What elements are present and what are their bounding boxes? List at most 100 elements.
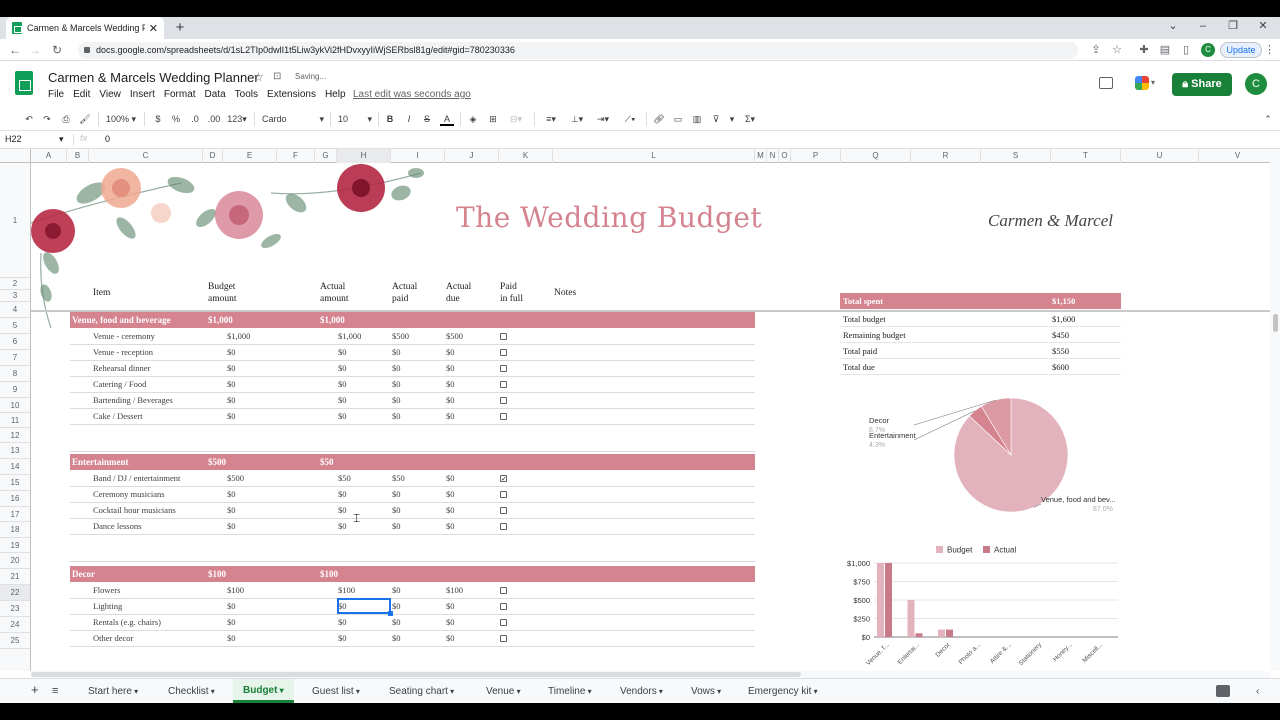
italic-icon[interactable]: I (403, 112, 415, 126)
column-header-f[interactable]: F (277, 149, 315, 163)
sheets-logo-icon[interactable] (15, 71, 33, 95)
font-size-select[interactable]: 10 ▾ (338, 112, 372, 126)
row-header-2[interactable]: 2 (0, 278, 30, 290)
summary-row[interactable]: Remaining budget $450 (840, 327, 1121, 343)
increase-decimal-button[interactable]: .00 (206, 112, 222, 126)
share-page-icon[interactable]: ⇪ (1089, 43, 1103, 57)
column-header-b[interactable]: B (67, 149, 89, 163)
reload-icon[interactable]: ↻ (49, 42, 65, 58)
text-rotation-icon[interactable]: ⟋▾ (619, 112, 641, 126)
summary-row[interactable]: Total due $600 (840, 359, 1121, 375)
sheet-tab-menu-icon[interactable]: ▾ (715, 687, 721, 696)
text-color-icon[interactable]: A (440, 112, 454, 126)
sheet-tab-budget[interactable]: Budget ▾ (233, 679, 294, 703)
currency-format-button[interactable]: $ (152, 112, 164, 126)
column-header-r[interactable]: R (911, 149, 981, 163)
filter-icon[interactable]: ⊽ (709, 112, 723, 126)
name-box[interactable]: H22 ▾ (5, 134, 67, 144)
undo-icon[interactable]: ↶ (22, 112, 36, 126)
column-header-e[interactable]: E (223, 149, 277, 163)
row-header-7[interactable]: 7 (0, 350, 30, 366)
share-button[interactable]: 🔒︎ Share (1172, 73, 1232, 96)
table-row[interactable]: Cake / Dessert $0 $0 $0 $0 (31, 409, 791, 425)
paid-in-full-checkbox[interactable] (500, 603, 507, 610)
text-wrapping-icon[interactable]: ⇥▾ (593, 112, 613, 126)
paid-in-full-checkbox[interactable] (500, 587, 507, 594)
paid-in-full-checkbox[interactable] (500, 635, 507, 642)
fill-color-icon[interactable]: ◈ (466, 112, 480, 126)
browser-tab[interactable]: Carmen & Marcels Wedding Pla ✕ (6, 17, 164, 39)
column-header-q[interactable]: Q (841, 149, 911, 163)
browser-menu-icon[interactable]: ⋮ (1264, 43, 1275, 56)
row-header-24[interactable]: 24 (0, 617, 30, 633)
menu-extensions[interactable]: Extensions (267, 89, 316, 100)
column-header-s[interactable]: S (981, 149, 1051, 163)
paid-in-full-checkbox[interactable] (500, 619, 507, 626)
sheet-tab-checklist[interactable]: Checklist ▾ (168, 684, 215, 700)
row-header-1[interactable]: 1 (0, 163, 30, 278)
side-panel-collapse-icon[interactable]: ‹ (1256, 684, 1259, 700)
column-header-i[interactable]: I (391, 149, 445, 163)
sheet-tab-vendors[interactable]: Vendors ▾ (620, 684, 663, 700)
sheet-tab-menu-icon[interactable]: ▾ (585, 687, 592, 696)
insert-link-icon[interactable]: 🔗︎ (652, 112, 666, 126)
selected-cell-h22[interactable] (337, 598, 391, 614)
bold-icon[interactable]: B (384, 112, 396, 126)
update-button[interactable]: Update (1220, 42, 1262, 58)
table-row[interactable]: Rentals (e.g. chairs) $0 $0 $0 $0 (31, 615, 791, 631)
menu-view[interactable]: View (99, 89, 121, 100)
url-bar[interactable]: docs.google.com/spreadsheets/d/1sL2TIp0d… (78, 42, 1078, 59)
column-header-h[interactable]: H (337, 149, 391, 163)
table-row[interactable]: Venue - ceremony $1,000 $1,000 $500 $500 (31, 329, 791, 345)
bookmark-star-icon[interactable]: ☆ (1110, 43, 1124, 57)
summary-row[interactable]: Total budget $1,600 (840, 311, 1121, 327)
paid-in-full-checkbox[interactable] (500, 507, 507, 514)
sheet-tab-seating-chart[interactable]: Seating chart ▾ (389, 684, 454, 700)
merge-cells-icon[interactable]: ⊟▾ (505, 112, 527, 126)
table-row[interactable]: Dance lessons $0 $0 $0 $0 (31, 519, 791, 535)
all-sheets-icon[interactable]: ≡ (52, 683, 58, 699)
table-row[interactable]: Ceremony musicians $0 $0 $0 $0 (31, 487, 791, 503)
row-header-20[interactable]: 20 (0, 553, 30, 569)
row-header-10[interactable]: 10 (0, 398, 30, 413)
extensions-icon[interactable]: ✚ (1137, 43, 1151, 57)
minimize-icon[interactable]: – (1191, 17, 1215, 35)
sheet-tab-menu-icon[interactable]: ▾ (448, 687, 454, 696)
row-header-19[interactable]: 19 (0, 538, 30, 553)
insert-chart-icon[interactable]: ▥ (690, 112, 704, 126)
borders-icon[interactable]: ⊞ (486, 112, 500, 126)
sheet-tab-vows[interactable]: Vows ▾ (691, 684, 721, 700)
new-tab-icon[interactable]: + (172, 17, 188, 39)
table-row[interactable]: Rehearsal dinner $0 $0 $0 $0 (31, 361, 791, 377)
sheet-tab-menu-icon[interactable]: ▾ (277, 686, 284, 695)
row-header-18[interactable]: 18 (0, 522, 30, 538)
sheet-tab-venue[interactable]: Venue ▾ (486, 684, 521, 700)
row-header-14[interactable]: 14 (0, 459, 30, 475)
paid-in-full-checkbox[interactable]: ✓ (500, 475, 507, 483)
table-row[interactable]: Venue - reception $0 $0 $0 $0 (31, 345, 791, 361)
column-header-j[interactable]: J (445, 149, 499, 163)
decrease-decimal-button[interactable]: .0 (188, 112, 202, 126)
paid-in-full-checkbox[interactable] (500, 365, 507, 372)
row-header-5[interactable]: 5 (0, 318, 30, 334)
insert-comment-icon[interactable]: ▭ (671, 112, 685, 126)
table-row[interactable]: Other decor $0 $0 $0 $0 (31, 631, 791, 647)
category-row[interactable]: Decor $100 $100 (70, 566, 755, 582)
filter-views-icon[interactable]: ▾ (726, 112, 738, 126)
paid-in-full-checkbox[interactable] (500, 381, 507, 388)
row-header-8[interactable]: 8 (0, 366, 30, 382)
explore-icon[interactable] (1216, 685, 1230, 697)
row-header-15[interactable]: 15 (0, 475, 30, 491)
menu-edit[interactable]: Edit (73, 89, 90, 100)
column-header-g[interactable]: G (315, 149, 337, 163)
row-header-11[interactable]: 11 (0, 413, 30, 428)
column-header-p[interactable]: P (791, 149, 841, 163)
strikethrough-icon[interactable]: S (421, 112, 433, 126)
row-header-25[interactable]: 25 (0, 633, 30, 649)
menu-insert[interactable]: Insert (130, 89, 155, 100)
menu-help[interactable]: Help (325, 89, 346, 100)
paint-format-icon[interactable]: 🖌︎ (78, 112, 92, 126)
font-family-select[interactable]: Cardo ▾ (262, 112, 324, 126)
menu-format[interactable]: Format (164, 89, 196, 100)
column-header-m[interactable]: M (755, 149, 767, 163)
